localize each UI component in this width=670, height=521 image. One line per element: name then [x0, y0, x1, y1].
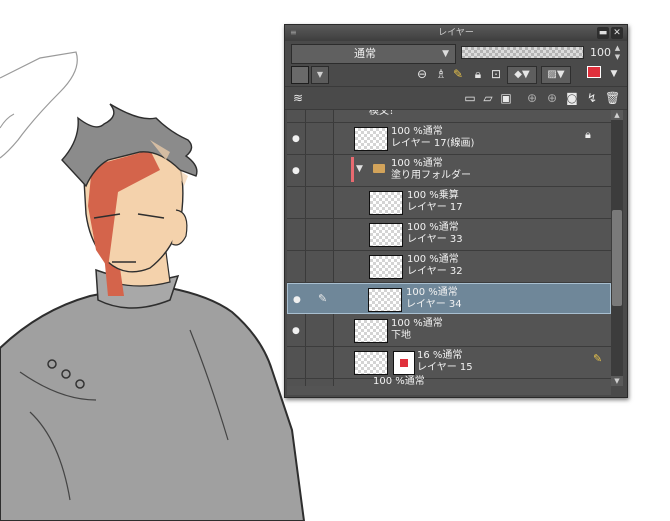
layer-color-swatch[interactable] — [291, 66, 309, 84]
layer-name: レイヤー 32 — [407, 266, 463, 277]
layer-thumbnail — [369, 223, 403, 247]
move-up-icon[interactable]: ⊕ — [525, 90, 539, 106]
scrollbar-thumb[interactable] — [612, 210, 622, 306]
new-raster-layer-icon[interactable]: ▭ — [463, 90, 477, 106]
layer-row[interactable]: 100 %通常 レイヤー 32 — [287, 251, 611, 283]
scroll-up-icon[interactable]: ▲ — [611, 110, 623, 120]
layer-row[interactable]: 模文！ — [287, 110, 611, 123]
lock-transparency-icon[interactable]: ⊡ — [489, 66, 503, 82]
layer-opacity-mode: 100 %通常 — [391, 126, 443, 137]
chevron-down-icon: ▼ — [442, 49, 449, 59]
layer-opacity-mode: 100 %通常 — [406, 287, 458, 298]
layer-list: 模文！ ● 100 %通常 レイヤー 17(線画) 🔒︎ ● ▼ 100 %通常… — [287, 110, 611, 386]
halo-stroke — [0, 51, 78, 159]
layer-color-icon[interactable] — [585, 66, 603, 82]
layer-name: 下地 — [391, 330, 411, 341]
layer-opacity-mode: 100 %通常 — [407, 254, 459, 265]
opacity-slider[interactable] — [461, 46, 584, 59]
layer-opacity-mode: 100 %通常 — [391, 158, 443, 169]
layer-thumbnail — [369, 255, 403, 279]
eye-icon[interactable]: ● — [292, 134, 300, 144]
opacity-stepper[interactable]: ▲ ▼ — [612, 44, 623, 62]
layer-name: レイヤー 34 — [406, 299, 462, 310]
new-vector-layer-icon[interactable]: ▱ — [481, 90, 495, 106]
halo-stroke-inner — [0, 113, 15, 129]
layer-thumbnail — [368, 288, 402, 312]
lock-icon: 🔒︎ — [585, 128, 591, 141]
new-folder-icon[interactable]: ▣ — [499, 90, 513, 106]
mask-icon[interactable]: ▨▼ — [541, 66, 571, 84]
blend-mode-select[interactable]: 通常 ▼ — [291, 44, 456, 64]
pen-icon[interactable]: ✎ — [453, 66, 463, 82]
reference-icon[interactable]: ♗ — [435, 66, 447, 82]
delete-layer-icon[interactable]: 🗑︎ — [605, 90, 620, 106]
merge-down-icon[interactable]: ↯ — [585, 90, 599, 106]
clipping-icon[interactable]: ◆▼ — [507, 66, 537, 84]
chevron-down-icon[interactable]: ▼ — [607, 66, 621, 82]
layer-name: 塗り用フォルダー — [391, 170, 471, 181]
layer-mask-icon[interactable]: ◙ — [565, 90, 579, 106]
layer-stack-icon[interactable]: ≋ — [291, 90, 305, 106]
minimize-icon[interactable]: ▬ — [597, 27, 609, 39]
folder-toggle-icon[interactable]: ▼ — [356, 164, 363, 174]
layer-name: 模文！ — [369, 110, 399, 117]
layer-name: レイヤー 15 — [417, 362, 473, 373]
layer-name: レイヤー 17 — [407, 202, 463, 213]
layer-row-selected[interactable]: ● ✎ 100 %通常 レイヤー 34 — [287, 283, 611, 314]
layer-row-folder[interactable]: ● ▼ 100 %通常 塗り用フォルダー — [287, 155, 611, 187]
layer-list-footer — [287, 386, 611, 395]
folder-color-indicator — [351, 157, 354, 182]
folder-icon — [373, 164, 385, 173]
layer-list-scrollbar[interactable]: ▲ ▼ — [611, 110, 623, 386]
layer-name: レイヤー 17(線画) — [391, 138, 475, 149]
lock-icon[interactable]: 🔒︎ — [471, 66, 485, 82]
layer-thumbnail — [369, 191, 403, 215]
layer-opacity-mode: 100 %乗算 — [407, 190, 459, 201]
pen-icon: ✎ — [593, 352, 603, 365]
panel-title: レイヤー — [438, 28, 474, 38]
layer-thumbnail — [354, 127, 388, 151]
panel-titlebar[interactable]: ≡ レイヤー ▬ ✕ — [285, 25, 627, 41]
layer-opacity-mode: 100 %通常 — [407, 222, 459, 233]
eye-icon[interactable]: ● — [292, 166, 300, 176]
layer-row[interactable]: 16 %通常 レイヤー 15 ✎ — [287, 347, 611, 379]
layer-mask-thumbnail — [393, 351, 415, 375]
layer-opacity-mode: 100 %通常 — [373, 376, 425, 386]
layer-opacity-mode: 100 %通常 — [391, 318, 443, 329]
layer-opacity-mode: 16 %通常 — [417, 350, 463, 361]
layer-thumbnail — [354, 319, 388, 343]
opacity-value[interactable]: 100 — [585, 44, 611, 62]
layer-row[interactable]: ● 100 %通常 下地 — [287, 315, 611, 347]
pencil-icon: ✎ — [318, 292, 328, 305]
layer-panel: ≡ レイヤー ▬ ✕ 通常 ▼ 100 ▲ ▼ ▼ ⊖ ♗ ✎ 🔒︎ ⊡ ◆▼ ▨… — [284, 24, 628, 398]
eye-icon[interactable]: ● — [293, 295, 301, 305]
layer-name: レイヤー 33 — [407, 234, 463, 245]
layer-row[interactable]: 100 %乗算 レイヤー 17 — [287, 187, 611, 219]
move-down-icon[interactable]: ⊕ — [545, 90, 559, 106]
layer-thumbnail — [354, 351, 388, 375]
scroll-down-icon[interactable]: ▼ — [611, 376, 623, 386]
eye-icon[interactable]: ● — [292, 326, 300, 336]
coat — [0, 286, 306, 521]
layer-row[interactable]: ● 100 %通常 レイヤー 17(線画) 🔒︎ — [287, 123, 611, 155]
close-icon[interactable]: ✕ — [611, 27, 623, 39]
blend-mode-value: 通常 — [354, 47, 376, 60]
layer-row[interactable]: 100 %通常 レイヤー 33 — [287, 219, 611, 251]
chevron-down-icon[interactable]: ▼ — [311, 66, 329, 84]
layer-toolbar: ≋ ▭ ▱ ▣ ⊕ ⊕ ◙ ↯ 🗑︎ — [285, 86, 627, 110]
ruler-icon[interactable]: ⊖ — [415, 66, 429, 82]
layer-row[interactable]: 100 %通常 — [287, 376, 611, 386]
